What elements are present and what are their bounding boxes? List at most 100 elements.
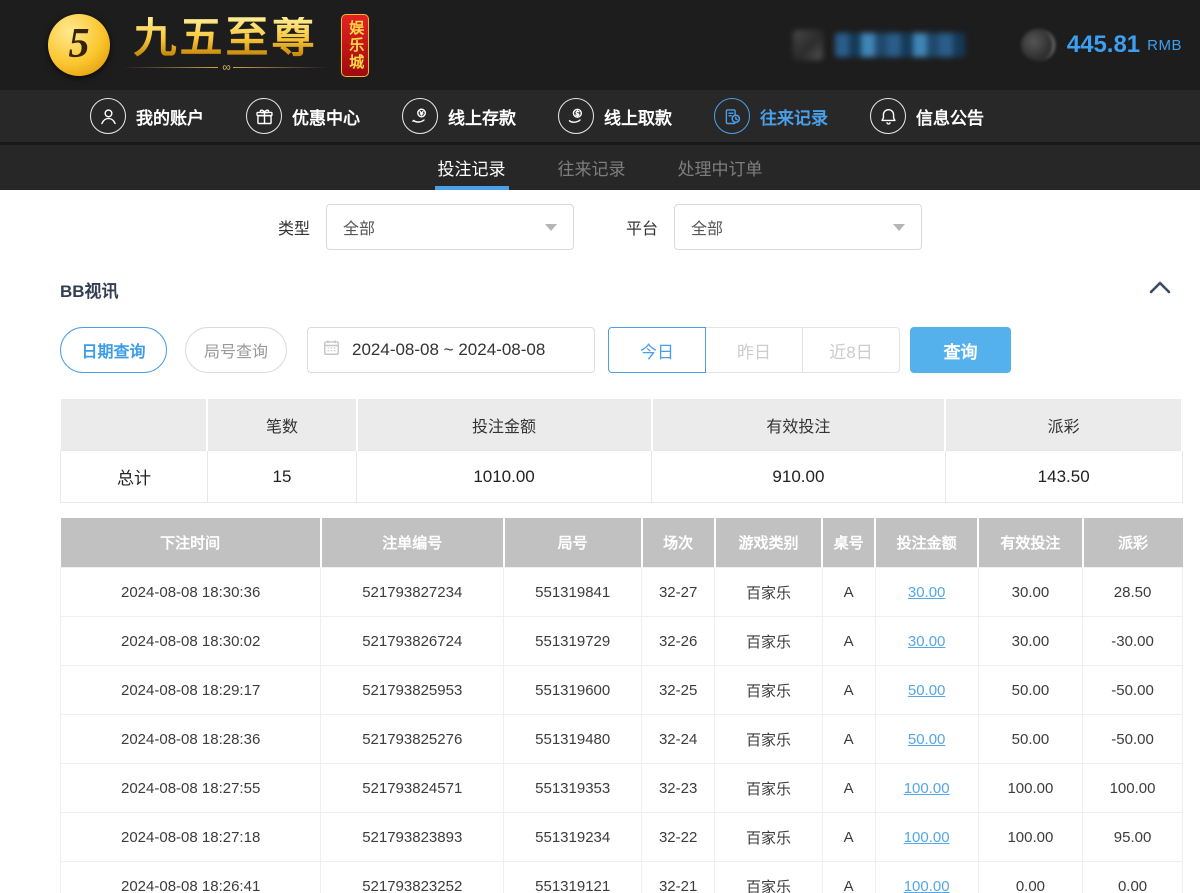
- cell-valid-bet: 0.00: [978, 862, 1082, 893]
- nav-item-label: 信息公告: [916, 104, 984, 129]
- caret-down-icon: [545, 224, 557, 231]
- cell-bet-time: 2024-08-08 18:28:36: [61, 715, 321, 764]
- cell-game-type: 百家乐: [715, 813, 823, 862]
- cell-game-type: 百家乐: [715, 617, 823, 666]
- cell-round-no: 551319480: [504, 715, 642, 764]
- user-avatar-blur: [793, 30, 823, 60]
- column-header-session: 场次: [642, 518, 715, 568]
- summary-header-cell: [61, 399, 208, 451]
- cell-valid-bet: 100.00: [978, 813, 1082, 862]
- column-header-payout: 派彩: [1083, 518, 1183, 568]
- column-header-order-no: 注单编号: [321, 518, 504, 568]
- cell-payout: 100.00: [1083, 764, 1183, 813]
- table-header-row: 下注时间注单编号局号场次游戏类别桌号投注金额有效投注派彩: [61, 518, 1183, 568]
- round-query-button[interactable]: 局号查询: [185, 327, 287, 373]
- cell-payout: 28.50: [1083, 568, 1183, 617]
- summary-total-row: 总计151010.00910.00143.50: [61, 451, 1183, 503]
- subnav-tabs: 投注记录 往来记录 处理中订单: [0, 142, 1200, 190]
- nav-item-records[interactable]: 往来记录: [714, 98, 828, 134]
- tab-processing-orders[interactable]: 处理中订单: [675, 145, 766, 190]
- column-header-bet-time: 下注时间: [61, 518, 321, 568]
- filter-type-select[interactable]: 全部: [326, 204, 574, 250]
- bet-amount-link[interactable]: 30.00: [908, 633, 946, 650]
- filter-type-label: 类型: [278, 215, 310, 239]
- main-nav: 我的账户 优惠中心 线上存款 线上取款 往来记录 信息公告: [0, 90, 1200, 142]
- cell-session: 32-24: [642, 715, 715, 764]
- nav-item-deposit[interactable]: 线上存款: [402, 98, 516, 134]
- table-row: 2024-08-08 18:28:36521793825276551319480…: [61, 715, 1183, 764]
- tab-transaction-records[interactable]: 往来记录: [555, 145, 629, 190]
- cell-table-no: A: [822, 813, 875, 862]
- nav-item-promotions[interactable]: 优惠中心: [246, 98, 360, 134]
- bet-amount-link[interactable]: 50.00: [908, 682, 946, 699]
- nav-item-label: 我的账户: [136, 104, 204, 129]
- table-row: 2024-08-08 18:29:17521793825953551319600…: [61, 666, 1183, 715]
- column-header-game-type: 游戏类别: [715, 518, 823, 568]
- quick-range-yesterday[interactable]: 昨日: [705, 327, 803, 373]
- calendar-icon: [322, 338, 341, 362]
- records-icon: [714, 98, 750, 134]
- logo-text: 九五至尊 ∞: [123, 17, 328, 74]
- cell-bet-amount: 100.00: [875, 862, 978, 893]
- bet-amount-link[interactable]: 100.00: [904, 829, 950, 846]
- nav-item-label: 优惠中心: [292, 104, 360, 129]
- summary-table: 笔数投注金额有效投注派彩 总计151010.00910.00143.50: [60, 399, 1183, 503]
- bet-amount-link[interactable]: 50.00: [908, 731, 946, 748]
- section-header: BB视讯: [0, 277, 1200, 302]
- cell-valid-bet: 100.00: [978, 764, 1082, 813]
- date-query-button[interactable]: 日期查询: [60, 327, 167, 373]
- site-logo[interactable]: 5 九五至尊 ∞ 娱乐城: [48, 14, 369, 77]
- page: 5 九五至尊 ∞ 娱乐城 445.81 RMB 我的账户 优惠中心 线上存款 线上取款…: [0, 0, 1200, 893]
- wallet-icon-blur: [1021, 29, 1055, 61]
- logo-badge: 娱乐城: [341, 14, 369, 77]
- nav-item-withdraw[interactable]: 线上取款: [558, 98, 672, 134]
- cell-game-type: 百家乐: [715, 862, 823, 893]
- quick-range-last-8-days[interactable]: 近8日: [802, 327, 900, 373]
- bet-amount-link[interactable]: 100.00: [904, 780, 950, 797]
- filter-platform: 平台全部: [626, 204, 922, 250]
- nav-item-my-account[interactable]: 我的账户: [90, 98, 204, 134]
- summary-header-cell: 笔数: [207, 399, 356, 451]
- table-row: 2024-08-08 18:27:55521793824571551319353…: [61, 764, 1183, 813]
- filter-type: 类型 全部: [278, 204, 574, 250]
- collapse-section-button[interactable]: [1148, 279, 1172, 300]
- cell-bet-amount: 30.00: [875, 568, 978, 617]
- cell-bet-time: 2024-08-08 18:30:36: [61, 568, 321, 617]
- nav-item-label: 往来记录: [760, 104, 828, 129]
- cell-bet-time: 2024-08-08 18:27:55: [61, 764, 321, 813]
- cell-game-type: 百家乐: [715, 666, 823, 715]
- cell-round-no: 551319729: [504, 617, 642, 666]
- search-button[interactable]: 查询: [910, 327, 1011, 373]
- chevron-up-icon: [1148, 279, 1172, 300]
- gift-icon: [246, 98, 282, 134]
- cell-order-no: 521793825953: [321, 666, 504, 715]
- summary-header-cell: 投注金额: [357, 399, 652, 451]
- filter-platform-select[interactable]: 全部: [674, 204, 922, 250]
- cell-session: 32-25: [642, 666, 715, 715]
- table-body: 2024-08-08 18:30:36521793827234551319841…: [61, 568, 1183, 893]
- nav-item-label: 线上取款: [604, 104, 672, 129]
- table-row: 2024-08-08 18:30:36521793827234551319841…: [61, 568, 1183, 617]
- summary-header-row: 笔数投注金额有效投注派彩: [61, 399, 1183, 451]
- bet-amount-link[interactable]: 30.00: [908, 584, 946, 601]
- cell-session: 32-23: [642, 764, 715, 813]
- top-header: 5 九五至尊 ∞ 娱乐城 445.81 RMB: [0, 0, 1200, 90]
- cell-game-type: 百家乐: [715, 764, 823, 813]
- cell-table-no: A: [822, 568, 875, 617]
- cell-order-no: 521793825276: [321, 715, 504, 764]
- deposit-icon: [402, 98, 438, 134]
- bet-amount-link[interactable]: 100.00: [904, 878, 950, 893]
- tab-bet-records[interactable]: 投注记录: [435, 145, 509, 190]
- selected-value: 全部: [343, 215, 375, 239]
- cell-bet-amount: 50.00: [875, 715, 978, 764]
- nav-item-announcements[interactable]: 信息公告: [870, 98, 984, 134]
- quick-range-today[interactable]: 今日: [608, 327, 706, 373]
- cell-payout: -30.00: [1083, 617, 1183, 666]
- date-range-picker[interactable]: 2024-08-08 ~ 2024-08-08: [307, 327, 595, 373]
- nav-item-label: 线上存款: [448, 104, 516, 129]
- cell-valid-bet: 30.00: [978, 617, 1082, 666]
- cell-bet-amount: 100.00: [875, 813, 978, 862]
- cell-order-no: 521793824571: [321, 764, 504, 813]
- cell-bet-time: 2024-08-08 18:26:41: [61, 862, 321, 893]
- cell-payout: 0.00: [1083, 862, 1183, 893]
